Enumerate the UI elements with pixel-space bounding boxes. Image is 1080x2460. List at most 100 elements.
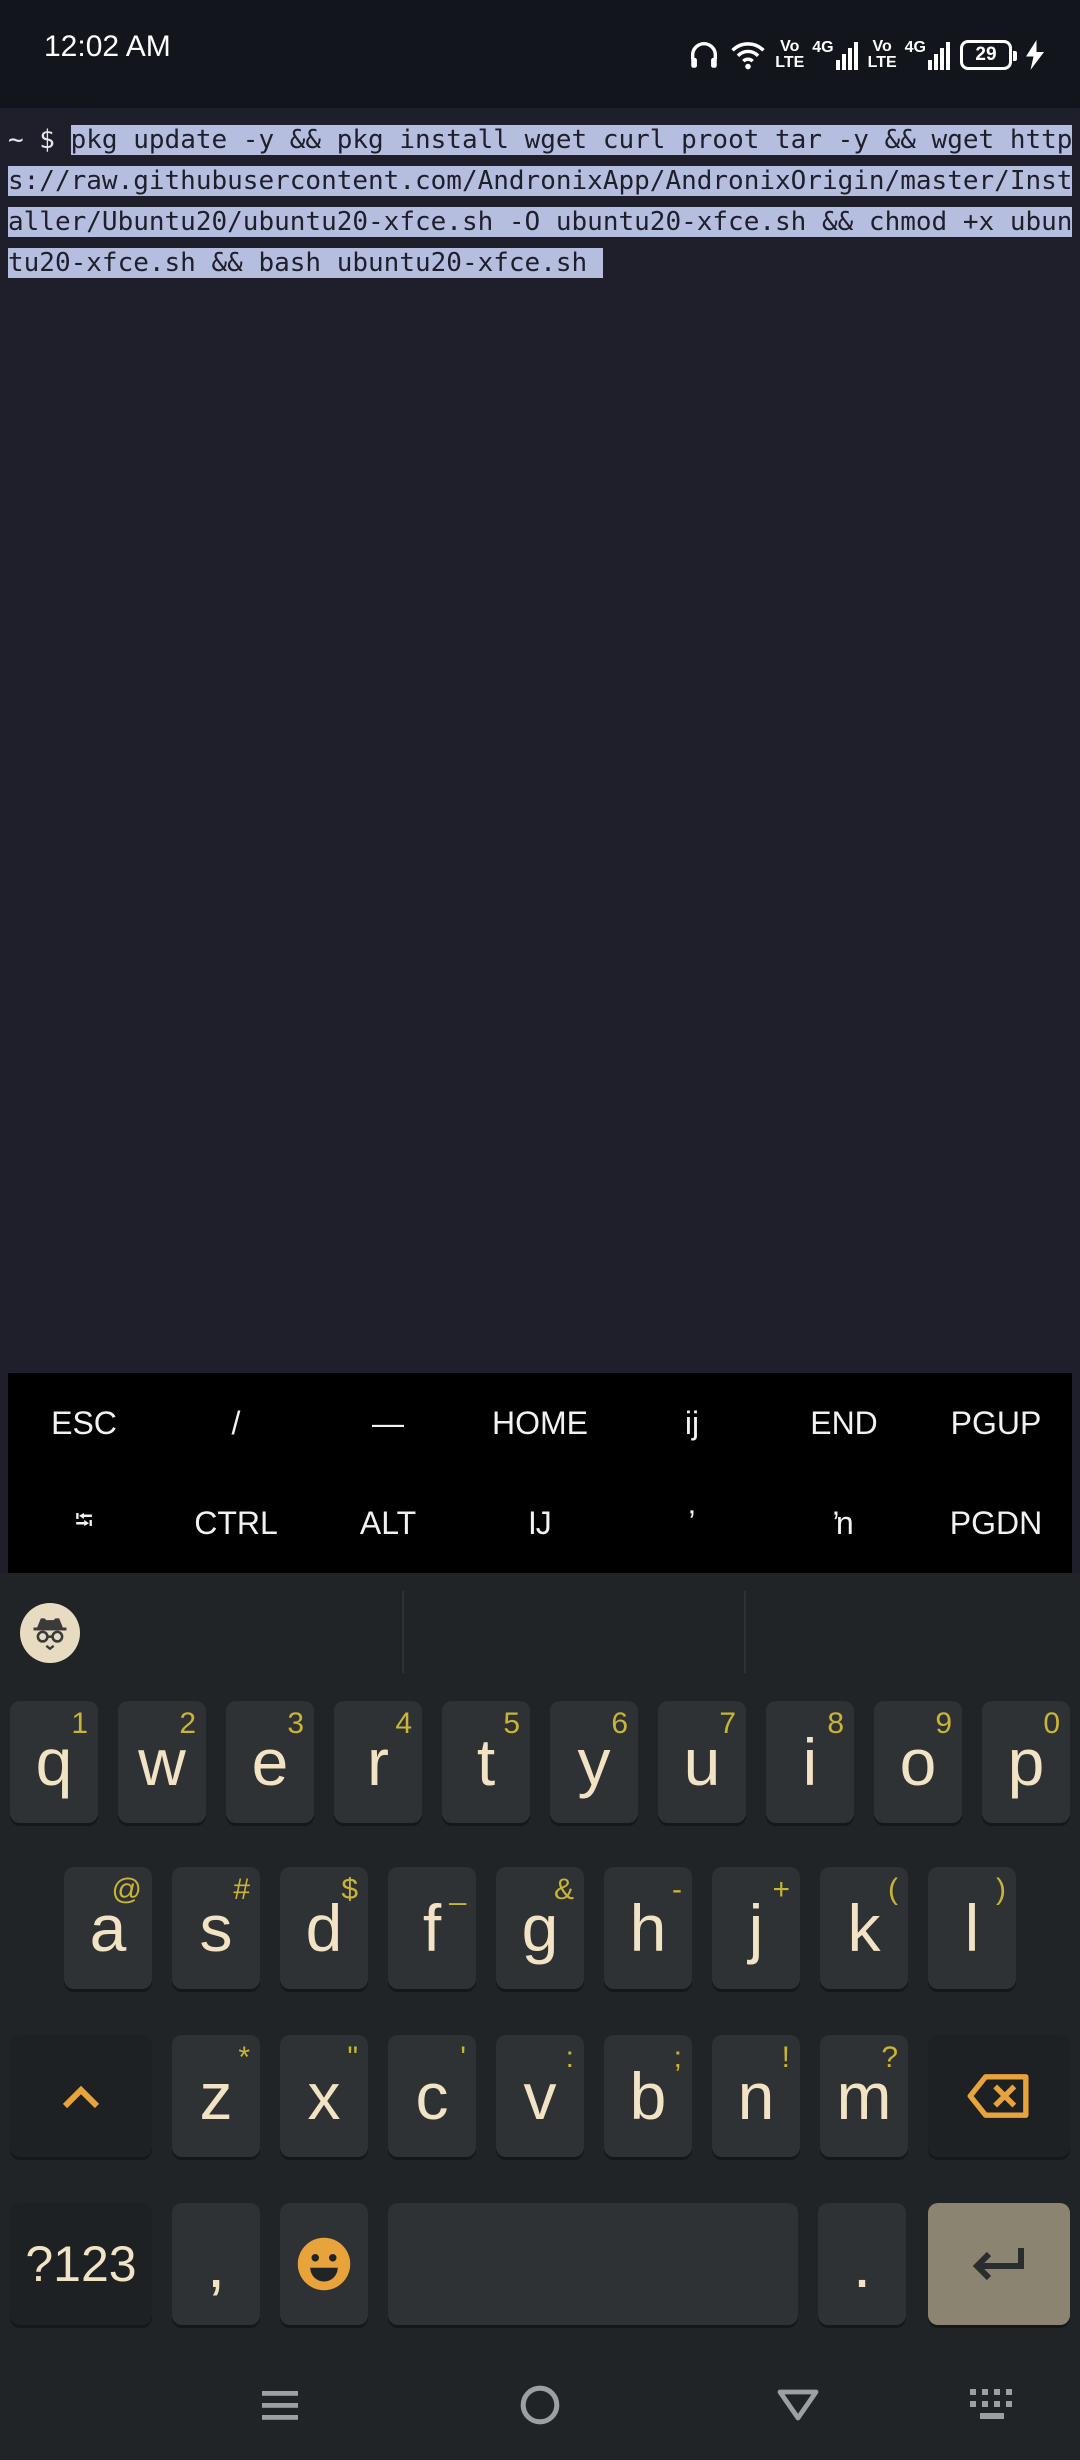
incognito-icon[interactable] [20, 1603, 80, 1663]
key-x[interactable]: " x [280, 2035, 368, 2157]
network-type-label: 4G [904, 39, 926, 56]
key-hint: 3 [287, 1707, 304, 1740]
key-hint: * [238, 2041, 250, 2074]
key-f[interactable]: _ f [388, 1867, 476, 1989]
suggestion-divider [744, 1591, 746, 1673]
end-key[interactable]: END [768, 1373, 920, 1473]
terminal-command-line[interactable]: ~ $ pkg update -y && pkg install wget cu… [8, 120, 1074, 284]
tab-key[interactable]: ⭾ [8, 1473, 160, 1573]
key-u[interactable]: 7u [658, 1701, 746, 1823]
key-j[interactable]: + j [712, 1867, 800, 1989]
key-label: f [422, 1891, 442, 1965]
key-hint: 1 [71, 1707, 88, 1740]
key-hint: ( [888, 1873, 898, 1906]
emoji-icon [297, 2237, 351, 2291]
key-label: b [629, 2059, 667, 2133]
key-hint: ! [781, 2041, 790, 2074]
soft-keyboard: 1q2w3e4r5t6y7u8i9o0p @ a # s $ d _ f & g - h + j(k) l … [0, 1573, 1080, 2343]
dash-key[interactable]: — [312, 1373, 464, 1473]
key-k[interactable]: (k [820, 1867, 908, 1989]
keyboard-switch-icon[interactable] [962, 2375, 1022, 2435]
key-v[interactable]: :v [496, 2035, 584, 2157]
slash-key[interactable]: / [160, 1373, 312, 1473]
key-o[interactable]: 9o [874, 1701, 962, 1823]
key-label: u [683, 1725, 721, 1799]
terminal-view[interactable]: ~ $ pkg update -y && pkg install wget cu… [0, 108, 1080, 1373]
key-m[interactable]: ? m [820, 2035, 908, 2157]
navigation-bar [0, 2343, 1080, 2460]
back-icon[interactable] [768, 2375, 828, 2435]
alt-key[interactable]: ALT [312, 1473, 464, 1573]
key-hint: # [233, 1873, 250, 1906]
ij-key[interactable]: ĳ [616, 1373, 768, 1473]
emoji-key[interactable] [280, 2203, 368, 2325]
key-label: q [35, 1725, 73, 1799]
home-key[interactable]: HOME [464, 1373, 616, 1473]
shift-key[interactable] [10, 2035, 152, 2157]
key-l[interactable]: ) l [928, 1867, 1016, 1989]
key-hint: - [672, 1873, 682, 1906]
key-b[interactable]: ; b [604, 2035, 692, 2157]
enter-icon [972, 2248, 1024, 2281]
key-h[interactable]: -h [604, 1867, 692, 1989]
menu-icon[interactable] [250, 2375, 310, 2435]
key-hint: 6 [611, 1707, 628, 1740]
n-apostrophe-key[interactable]: ŉ [768, 1473, 920, 1573]
key-hint: 2 [179, 1707, 196, 1740]
home-icon[interactable] [510, 2375, 570, 2435]
ij-upper-key[interactable]: Ĳ [464, 1473, 616, 1573]
key-hint: 4 [395, 1707, 412, 1740]
key-label: r [367, 1725, 389, 1799]
key-hint: : [565, 2041, 574, 2074]
key-hint: & [553, 1873, 574, 1906]
key-a[interactable]: @ a [64, 1867, 152, 1989]
esc-key[interactable]: ESC [8, 1373, 160, 1473]
key-hint: " [347, 2041, 358, 2074]
volte-icon: Vo LTE [775, 38, 805, 71]
key-r[interactable]: 4r [334, 1701, 422, 1823]
headphones-icon [687, 38, 721, 72]
period-key-label: . [852, 2227, 872, 2301]
period-key[interactable]: . [818, 2203, 906, 2325]
key-e[interactable]: 3e [226, 1701, 314, 1823]
key-p[interactable]: 0p [982, 1701, 1070, 1823]
key-label: e [251, 1725, 289, 1799]
wifi-icon [729, 38, 767, 72]
comma-key[interactable]: , [172, 2203, 260, 2325]
space-key[interactable] [388, 2203, 798, 2325]
terminal-selected-command[interactable]: pkg update -y && pkg install wget curl p… [8, 125, 1073, 278]
apostrophe-key[interactable]: ʼ [616, 1473, 768, 1573]
signal-4g-icon: 4G [905, 40, 952, 70]
key-hint: ? [881, 2041, 898, 2074]
key-t[interactable]: 5t [442, 1701, 530, 1823]
key-q[interactable]: 1q [10, 1701, 98, 1823]
key-n[interactable]: ! n [712, 2035, 800, 2157]
ctrl-key[interactable]: CTRL [160, 1473, 312, 1573]
key-label: k [847, 1891, 881, 1965]
key-w[interactable]: 2w [118, 1701, 206, 1823]
charging-icon [1026, 40, 1044, 70]
backspace-key[interactable] [928, 2035, 1070, 2157]
key-hint: $ [341, 1873, 358, 1906]
symbols-key-label: ?123 [25, 2236, 137, 2292]
key-y[interactable]: 6y [550, 1701, 638, 1823]
enter-key[interactable] [928, 2203, 1070, 2325]
key-label: d [305, 1891, 343, 1965]
key-c[interactable]: ' c [388, 2035, 476, 2157]
key-label: y [577, 1725, 611, 1799]
key-hint: @ [111, 1873, 142, 1906]
pgdn-key[interactable]: PGDN [920, 1473, 1072, 1573]
key-label: n [737, 2059, 775, 2133]
symbols-key[interactable]: ?123 [10, 2203, 152, 2325]
key-z[interactable]: * z [172, 2035, 260, 2157]
key-hint: 8 [827, 1707, 844, 1740]
key-s[interactable]: # s [172, 1867, 260, 1989]
key-hint: 9 [935, 1707, 952, 1740]
suggestion-bar [0, 1573, 1080, 1683]
key-d[interactable]: $ d [280, 1867, 368, 1989]
key-hint: ' [460, 2041, 466, 2074]
key-g[interactable]: & g [496, 1867, 584, 1989]
key-i[interactable]: 8i [766, 1701, 854, 1823]
status-icons: Vo LTE 4G Vo LTE 4G 29 [687, 30, 1044, 80]
pgup-key[interactable]: PGUP [920, 1373, 1072, 1473]
